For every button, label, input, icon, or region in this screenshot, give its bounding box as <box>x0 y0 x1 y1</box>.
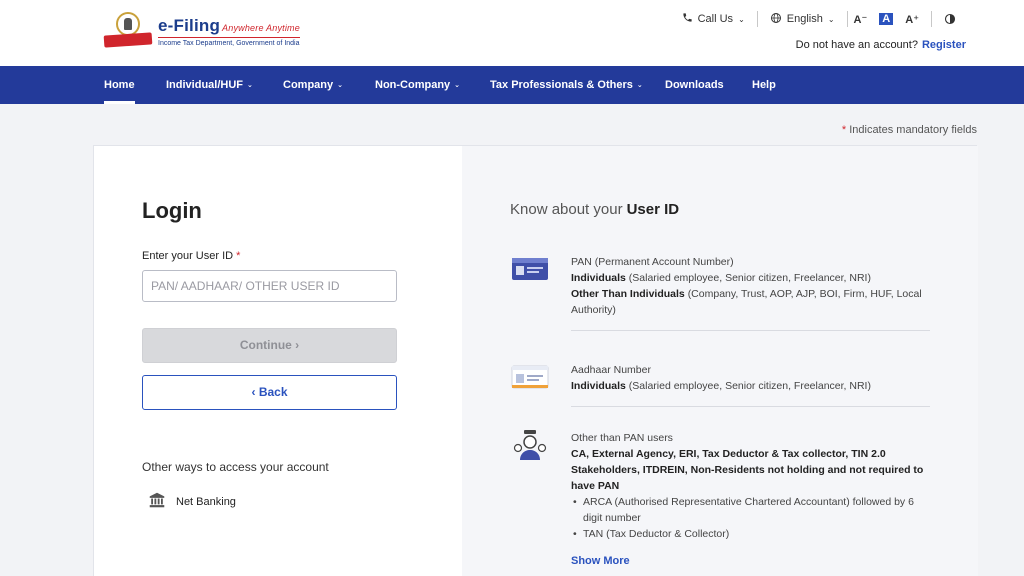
nav-home[interactable]: Home <box>104 66 135 104</box>
net-banking-label: Net Banking <box>176 495 236 508</box>
other-ways-heading: Other ways to access your account <box>142 460 329 474</box>
chevron-down-icon: ⌄ <box>827 14 835 24</box>
nav-downloads[interactable]: Downloads <box>665 66 724 104</box>
chevron-right-icon: › <box>295 338 300 352</box>
pan-title: PAN (Permanent Account Number) <box>571 256 734 268</box>
other-users-list: CA, External Agency, ERI, Tax Deductor &… <box>571 448 924 492</box>
nav-help[interactable]: Help <box>752 66 776 104</box>
userid-label: Enter your User ID * <box>142 250 241 262</box>
aadhaar-individuals: Individuals <box>571 380 626 392</box>
other-users-bullets: ARCA (Authorised Representative Chartere… <box>571 494 931 542</box>
brand-name: e-Filing <box>158 15 221 35</box>
show-more-link[interactable]: Show More <box>571 555 630 567</box>
language-select[interactable]: English ⌄ <box>758 12 847 27</box>
font-decrease-button[interactable]: A⁻ <box>848 13 874 26</box>
utility-bar: Call Us ⌄ English ⌄ A⁻ A A⁺ <box>670 11 968 27</box>
register-link[interactable]: Register <box>922 39 966 51</box>
net-banking-option[interactable]: Net Banking <box>148 492 236 511</box>
pan-card-icon <box>510 254 550 284</box>
divider <box>571 330 930 331</box>
emblem-icon <box>103 12 153 50</box>
brand-subtitle: Income Tax Department, Government of Ind… <box>158 36 300 47</box>
divider <box>571 406 930 407</box>
contrast-icon[interactable] <box>932 13 968 25</box>
call-us-menu[interactable]: Call Us ⌄ <box>670 12 757 26</box>
nav-tax-professionals[interactable]: Tax Professionals & Others ⌄ <box>490 66 643 104</box>
other-users-title: Other than PAN users <box>571 432 673 444</box>
bank-icon <box>148 492 166 511</box>
brand-tagline: Anywhere Anytime <box>222 22 300 33</box>
login-card: Login Enter your User ID * Continue › ‹ … <box>93 145 978 576</box>
efiling-logo[interactable]: e-Filing Anywhere Anytime Income Tax Depa… <box>103 12 300 50</box>
pan-other-than-individuals: Other Than Individuals <box>571 288 685 300</box>
know-user-id-heading: Know about your User ID <box>510 201 680 218</box>
chevron-down-icon: ⌄ <box>247 82 253 89</box>
pan-individuals: Individuals <box>571 272 626 284</box>
list-item: ARCA (Authorised Representative Chartere… <box>571 494 931 526</box>
mandatory-note: * Indicates mandatory fields <box>841 124 977 136</box>
header: e-Filing Anywhere Anytime Income Tax Depa… <box>0 0 1024 66</box>
font-normal-button[interactable]: A <box>879 13 894 25</box>
login-title: Login <box>142 198 202 223</box>
account-prompt: Do not have an account? Register <box>796 39 966 51</box>
nav-company[interactable]: Company ⌄ <box>283 66 343 104</box>
list-item: TAN (Tax Deductor & Collector) <box>571 526 931 542</box>
phone-icon <box>682 12 693 26</box>
language-label: English <box>786 13 823 25</box>
nav-individual-huf[interactable]: Individual/HUF ⌄ <box>166 66 253 104</box>
continue-button[interactable]: Continue › <box>142 328 397 363</box>
aadhaar-title: Aadhaar Number <box>571 364 651 376</box>
back-button[interactable]: ‹ Back <box>142 375 397 410</box>
users-group-icon <box>510 428 550 460</box>
userid-input[interactable] <box>142 270 397 302</box>
chevron-left-icon: ‹ <box>251 385 256 399</box>
account-prompt-text: Do not have an account? <box>795 39 918 51</box>
chevron-down-icon: ⌄ <box>454 82 461 89</box>
chevron-down-icon: ⌄ <box>337 82 343 89</box>
user-id-info-panel: Know about your User ID PAN (Permanent Ac… <box>462 146 978 576</box>
font-increase-button[interactable]: A⁺ <box>899 13 925 26</box>
nav-non-company[interactable]: Non-Company ⌄ <box>375 66 460 104</box>
call-us-label: Call Us <box>697 13 734 25</box>
globe-icon <box>770 12 782 27</box>
chevron-down-icon: ⌄ <box>738 14 745 24</box>
aadhaar-card-icon <box>510 362 550 392</box>
main-nav: Home Individual/HUF ⌄ Company ⌄ Non-Compan… <box>0 66 1024 104</box>
chevron-down-icon: ⌄ <box>636 82 643 89</box>
